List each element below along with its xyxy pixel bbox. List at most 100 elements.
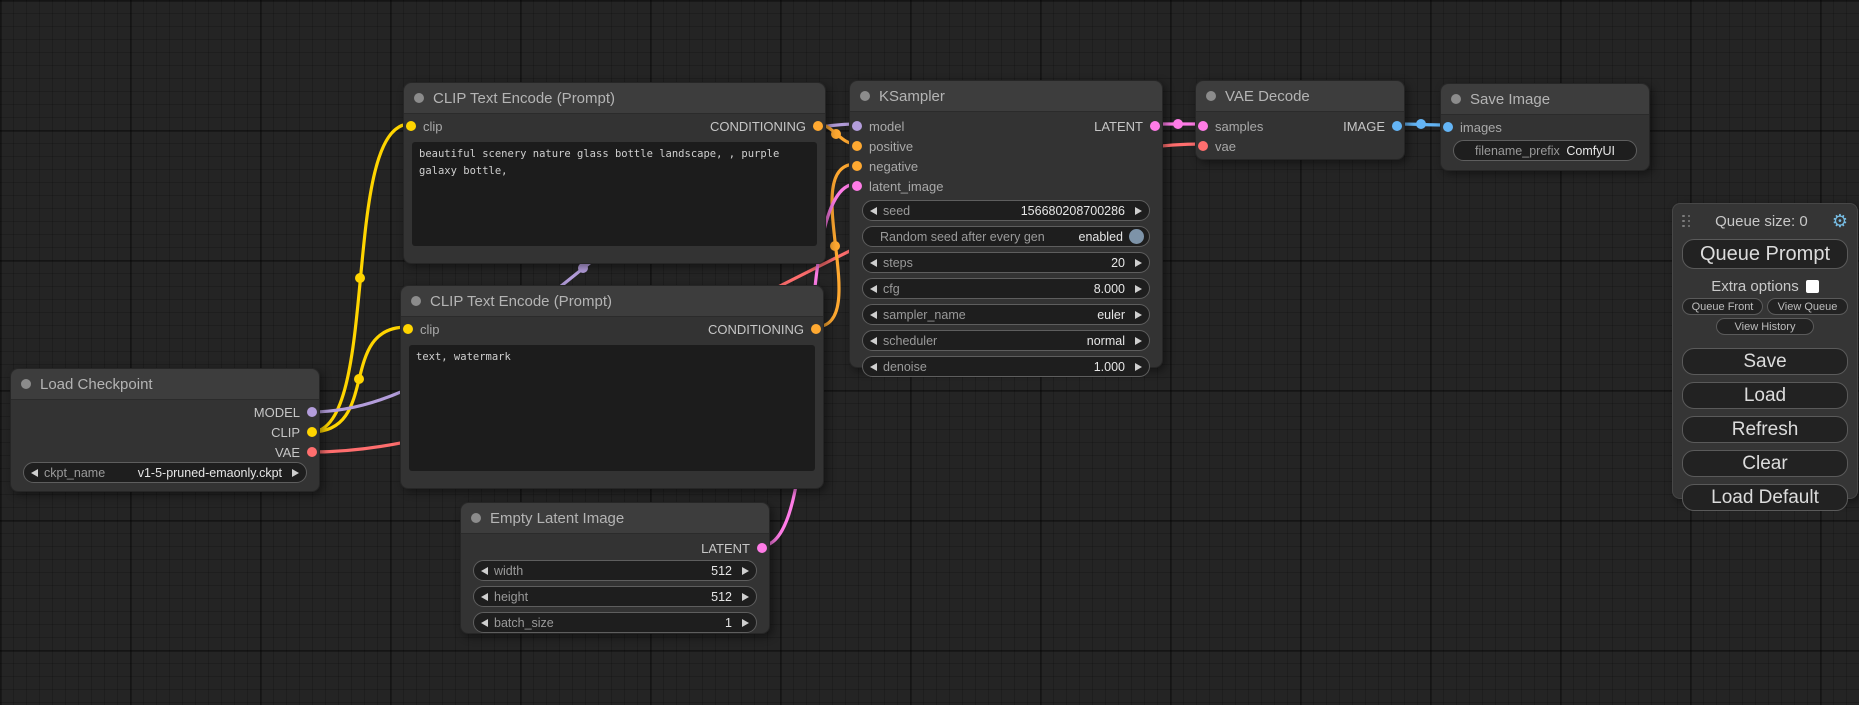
save-button[interactable]: Save <box>1682 348 1848 375</box>
node-vae-decode[interactable]: VAE Decode samples IMAGE vae <box>1195 80 1405 160</box>
widget-label: ckpt_name <box>44 466 105 480</box>
load-default-button[interactable]: Load Default <box>1682 484 1848 511</box>
widget-value: 1 <box>725 616 732 630</box>
next-value-icon[interactable] <box>1135 311 1142 319</box>
output-port-conditioning[interactable] <box>811 324 821 334</box>
input-port-model[interactable] <box>852 121 862 131</box>
prev-value-icon[interactable] <box>870 207 877 215</box>
widget-value: 1.000 <box>1094 360 1125 374</box>
next-value-icon[interactable] <box>1135 363 1142 371</box>
collapse-dot-icon[interactable] <box>21 379 31 389</box>
next-value-icon[interactable] <box>1135 337 1142 345</box>
next-value-icon[interactable] <box>742 567 749 575</box>
widget-filename-prefix[interactable]: filename_prefix ComfyUI <box>1453 140 1637 161</box>
toggle-knob-icon[interactable] <box>1129 229 1144 244</box>
output-label-model: MODEL <box>254 405 300 420</box>
collapse-dot-icon[interactable] <box>1206 91 1216 101</box>
input-label-model: model <box>869 119 904 134</box>
widget-label: width <box>494 564 523 578</box>
widget-seed[interactable]: seed 156680208700286 <box>862 200 1150 221</box>
prev-value-icon[interactable] <box>870 337 877 345</box>
prompt-textarea[interactable]: beautiful scenery nature glass bottle la… <box>412 142 817 246</box>
widget-denoise[interactable]: denoise 1.000 <box>862 356 1150 377</box>
output-port-model[interactable] <box>307 407 317 417</box>
input-port-samples[interactable] <box>1198 121 1208 131</box>
widget-height[interactable]: height 512 <box>473 586 757 607</box>
prev-value-icon[interactable] <box>481 619 488 627</box>
prev-value-icon[interactable] <box>870 311 877 319</box>
node-header[interactable]: CLIP Text Encode (Prompt) <box>401 286 823 317</box>
refresh-button[interactable]: Refresh <box>1682 416 1848 443</box>
node-header[interactable]: KSampler <box>850 81 1162 112</box>
prev-value-icon[interactable] <box>481 567 488 575</box>
collapse-dot-icon[interactable] <box>860 91 870 101</box>
collapse-dot-icon[interactable] <box>1451 94 1461 104</box>
output-port-clip[interactable] <box>307 427 317 437</box>
next-value-icon[interactable] <box>742 593 749 601</box>
widget-scheduler[interactable]: scheduler normal <box>862 330 1150 351</box>
node-header[interactable]: VAE Decode <box>1196 81 1404 112</box>
node-empty-latent-image[interactable]: Empty Latent Image LATENT width 512 heig… <box>460 502 770 634</box>
input-port-clip[interactable] <box>406 121 416 131</box>
node-save-image[interactable]: Save Image images filename_prefix ComfyU… <box>1440 83 1650 171</box>
widget-cfg[interactable]: cfg 8.000 <box>862 278 1150 299</box>
node-clip-text-encode-negative[interactable]: CLIP Text Encode (Prompt) clip CONDITION… <box>400 285 824 489</box>
view-queue-button[interactable]: View Queue <box>1767 298 1848 315</box>
next-value-icon[interactable] <box>742 619 749 627</box>
clear-button[interactable]: Clear <box>1682 450 1848 477</box>
next-value-icon[interactable] <box>292 469 299 477</box>
prev-value-icon[interactable] <box>481 593 488 601</box>
extra-options-checkbox[interactable] <box>1806 280 1819 293</box>
input-port-latent-image[interactable] <box>852 181 862 191</box>
output-port-latent[interactable] <box>1150 121 1160 131</box>
node-ksampler[interactable]: KSampler model LATENT positive negative … <box>849 80 1163 368</box>
input-label-clip: clip <box>420 322 440 337</box>
node-header[interactable]: Load Checkpoint <box>11 369 319 400</box>
widget-sampler-name[interactable]: sampler_name euler <box>862 304 1150 325</box>
widget-value: enabled <box>1079 230 1124 244</box>
widget-steps[interactable]: steps 20 <box>862 252 1150 273</box>
node-graph-canvas[interactable]: Load Checkpoint MODEL CLIP VAE ckpt_name… <box>0 0 1859 705</box>
node-load-checkpoint[interactable]: Load Checkpoint MODEL CLIP VAE ckpt_name… <box>10 368 320 492</box>
input-port-clip[interactable] <box>403 324 413 334</box>
widget-ckpt-name[interactable]: ckpt_name v1-5-pruned-emaonly.ckpt <box>23 462 307 483</box>
prompt-textarea[interactable]: text, watermark <box>409 345 815 471</box>
widget-batch-size[interactable]: batch_size 1 <box>473 612 757 633</box>
input-label-positive: positive <box>869 139 913 154</box>
node-clip-text-encode-positive[interactable]: CLIP Text Encode (Prompt) clip CONDITION… <box>403 82 826 264</box>
collapse-dot-icon[interactable] <box>471 513 481 523</box>
input-port-positive[interactable] <box>852 141 862 151</box>
output-label-conditioning: CONDITIONING <box>708 322 804 337</box>
widget-random-seed-toggle[interactable]: Random seed after every gen enabled <box>862 226 1150 247</box>
view-history-button[interactable]: View History <box>1716 318 1814 335</box>
output-label-conditioning: CONDITIONING <box>710 119 806 134</box>
collapse-dot-icon[interactable] <box>414 93 424 103</box>
queue-front-button[interactable]: Queue Front <box>1682 298 1763 315</box>
widget-width[interactable]: width 512 <box>473 560 757 581</box>
drag-handle-icon[interactable] <box>1682 215 1691 228</box>
output-label-image: IMAGE <box>1343 119 1385 134</box>
node-header[interactable]: Save Image <box>1441 84 1649 115</box>
collapse-dot-icon[interactable] <box>411 296 421 306</box>
queue-prompt-button[interactable]: Queue Prompt <box>1682 239 1848 269</box>
settings-gear-icon[interactable]: ⚙ <box>1832 212 1848 230</box>
prev-value-icon[interactable] <box>870 363 877 371</box>
node-header[interactable]: CLIP Text Encode (Prompt) <box>404 83 825 114</box>
prev-value-icon[interactable] <box>31 469 38 477</box>
output-port-conditioning[interactable] <box>813 121 823 131</box>
next-value-icon[interactable] <box>1135 207 1142 215</box>
next-value-icon[interactable] <box>1135 259 1142 267</box>
output-port-image[interactable] <box>1392 121 1402 131</box>
widget-value: 20 <box>1111 256 1125 270</box>
next-value-icon[interactable] <box>1135 285 1142 293</box>
output-port-vae[interactable] <box>307 447 317 457</box>
node-header[interactable]: Empty Latent Image <box>461 503 769 534</box>
input-port-negative[interactable] <box>852 161 862 171</box>
load-button[interactable]: Load <box>1682 382 1848 409</box>
widget-value: euler <box>1097 308 1125 322</box>
input-port-images[interactable] <box>1443 122 1453 132</box>
output-port-latent[interactable] <box>757 543 767 553</box>
input-port-vae[interactable] <box>1198 141 1208 151</box>
prev-value-icon[interactable] <box>870 259 877 267</box>
prev-value-icon[interactable] <box>870 285 877 293</box>
